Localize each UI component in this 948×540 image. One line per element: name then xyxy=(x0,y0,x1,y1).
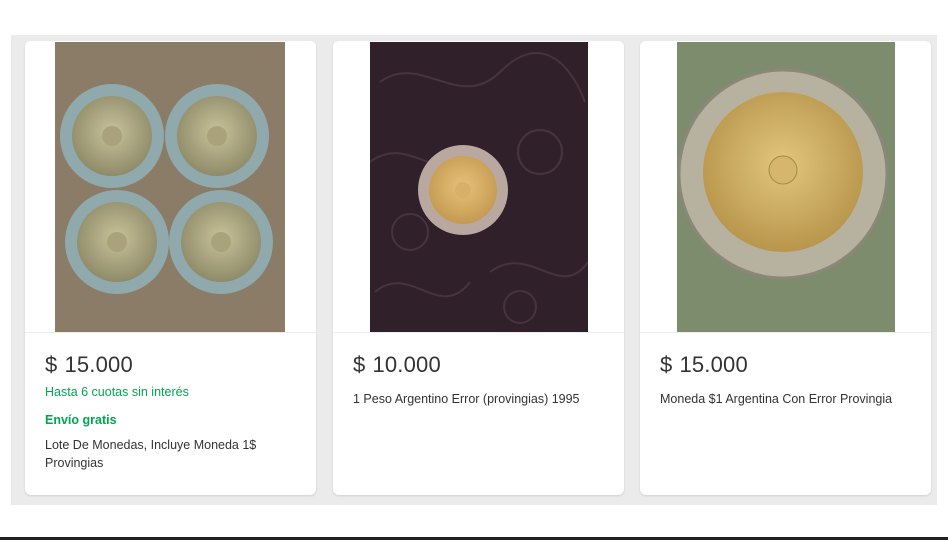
product-photo-coin-closeup[interactable] xyxy=(677,42,895,332)
free-shipping-badge: Envío gratis xyxy=(45,413,117,427)
price-currency: $ xyxy=(353,352,366,377)
product-info: $10.000 1 Peso Argentino Error (provingi… xyxy=(353,352,608,408)
product-photo-single-coin[interactable] xyxy=(370,42,588,332)
product-image-frame[interactable] xyxy=(25,41,316,333)
product-price: $10.000 xyxy=(353,352,608,378)
product-title[interactable]: Lote De Monedas, Incluye Moneda 1$ Provi… xyxy=(45,436,300,472)
price-currency: $ xyxy=(45,352,58,377)
product-card[interactable]: $10.000 1 Peso Argentino Error (provingi… xyxy=(333,41,624,495)
product-price: $15.000 xyxy=(660,352,915,378)
product-image-frame[interactable] xyxy=(640,41,931,333)
price-currency: $ xyxy=(660,352,673,377)
product-card[interactable]: $15.000 Hasta 6 cuotas sin interés Envío… xyxy=(25,41,316,495)
product-info: $15.000 Hasta 6 cuotas sin interés Envío… xyxy=(45,352,300,472)
product-image-frame[interactable] xyxy=(333,41,624,333)
product-card[interactable]: $15.000 Moneda $1 Argentina Con Error Pr… xyxy=(640,41,931,495)
price-amount: 10.000 xyxy=(372,352,441,377)
product-photo-four-coins[interactable] xyxy=(55,42,285,332)
results-panel: $15.000 Hasta 6 cuotas sin interés Envío… xyxy=(11,35,937,505)
installments-text: Hasta 6 cuotas sin interés xyxy=(45,385,189,399)
price-amount: 15.000 xyxy=(679,352,748,377)
product-title[interactable]: Moneda $1 Argentina Con Error Provingia xyxy=(660,390,915,408)
product-title[interactable]: 1 Peso Argentino Error (provingias) 1995 xyxy=(353,390,608,408)
price-amount: 15.000 xyxy=(64,352,133,377)
product-price: $15.000 xyxy=(45,352,300,378)
product-info: $15.000 Moneda $1 Argentina Con Error Pr… xyxy=(660,352,915,408)
